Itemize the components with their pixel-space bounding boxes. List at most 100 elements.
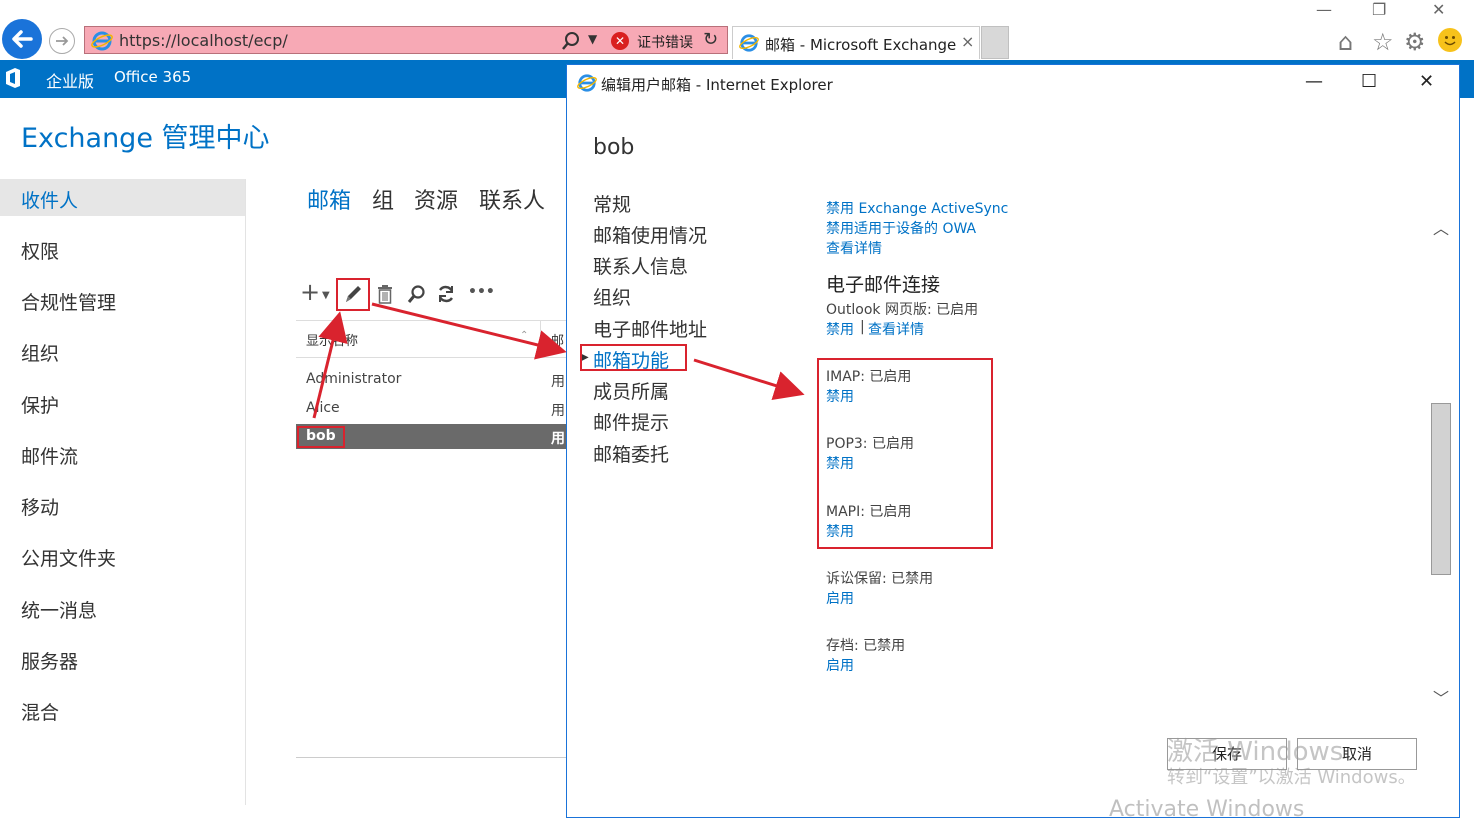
dialog-nav-general[interactable]: 常规	[593, 190, 631, 217]
mapi-status: MAPI: 已启用	[826, 504, 912, 520]
owa-disable-link[interactable]: 禁用	[826, 319, 854, 339]
ie-icon	[577, 74, 597, 92]
chevron-down-icon[interactable]: ▼	[588, 32, 597, 46]
search-icon[interactable]	[406, 284, 426, 304]
chevron-up-icon[interactable]: ︿	[1433, 215, 1449, 239]
imap-status: IMAP: 已启用	[826, 369, 912, 385]
edit-button[interactable]	[336, 278, 370, 311]
chevron-down-icon[interactable]: ﹀	[1433, 685, 1449, 709]
cert-error-icon[interactable]: ✕	[611, 32, 629, 50]
grid-header-display-name[interactable]: 显示名称	[306, 330, 358, 349]
tab-mailboxes[interactable]: 邮箱	[307, 183, 351, 215]
table-cell[interactable]: 用	[551, 400, 565, 420]
more-icon[interactable]: •••	[468, 284, 495, 300]
nav-item-servers[interactable]: 服务器	[21, 647, 78, 674]
page-title: Exchange 管理中心	[21, 123, 270, 154]
litigation-hold-enable-link[interactable]: 启用	[826, 588, 854, 608]
address-url: https://localhost/ecp/	[119, 31, 288, 50]
activation-watermark-subtitle: 转到“设置”以激活 Windows。	[1167, 767, 1416, 788]
browser-tab[interactable]: 邮箱 - Microsoft Exchange ×	[732, 26, 980, 59]
star-icon[interactable]: ☆	[1372, 28, 1394, 56]
search-icon[interactable]	[561, 31, 581, 51]
nav-item-organization[interactable]: 组织	[21, 339, 59, 366]
trash-icon[interactable]	[376, 284, 394, 304]
close-icon[interactable]: ×	[961, 32, 974, 51]
owa-status: Outlook 网页版: 已启用	[826, 302, 979, 318]
view-details-link[interactable]: 查看详情	[826, 238, 882, 258]
minimize-icon[interactable]: —	[1305, 71, 1323, 92]
nav-item-unified-messaging[interactable]: 统一消息	[21, 596, 97, 623]
address-bar[interactable]: https://localhost/ecp/ ▼ ✕ 证书错误 ↻	[84, 26, 728, 54]
nav-item-permissions[interactable]: 权限	[21, 237, 59, 264]
forward-button[interactable]	[49, 28, 75, 54]
table-row[interactable]: bob	[306, 428, 336, 444]
mapi-disable-link[interactable]: 禁用	[826, 521, 854, 541]
gear-icon[interactable]: ⚙	[1404, 28, 1426, 56]
edition-link[interactable]: 企业版	[46, 68, 94, 92]
dialog-nav-mail-tip[interactable]: 邮件提示	[593, 408, 669, 435]
restore-icon[interactable]: ❐	[1372, 0, 1386, 19]
grid-header-top-border	[296, 320, 568, 321]
arrow-to-features	[371, 302, 567, 360]
pop3-status: POP3: 已启用	[826, 436, 914, 452]
office-logo-icon	[6, 68, 20, 88]
arrow-right-icon	[56, 36, 69, 46]
add-icon[interactable]: +	[300, 278, 320, 306]
home-icon[interactable]: ⌂	[1338, 28, 1353, 56]
tab-resources[interactable]: 资源	[414, 183, 458, 215]
close-icon[interactable]: ✕	[1432, 0, 1445, 19]
smiley-icon[interactable]	[1438, 28, 1462, 52]
grid-column-separator[interactable]	[540, 320, 541, 358]
sort-chevron-icon[interactable]: ⌃	[520, 330, 528, 341]
table-cell[interactable]: 用	[551, 371, 565, 391]
dialog-nav-mailbox-usage[interactable]: 邮箱使用情况	[593, 221, 707, 248]
nav-item-hybrid[interactable]: 混合	[21, 698, 59, 725]
owa-details-link[interactable]: 查看详情	[868, 319, 924, 339]
table-row[interactable]: Administrator	[306, 371, 401, 387]
dialog-nav-delegation[interactable]: 邮箱委托	[593, 440, 669, 467]
grid-footer-border	[296, 757, 568, 758]
nav-divider	[245, 179, 246, 805]
dialog-nav-member-of[interactable]: 成员所属	[593, 377, 669, 404]
minimize-icon[interactable]: —	[1316, 0, 1332, 19]
table-cell[interactable]: 用	[551, 428, 565, 448]
dialog-nav-organization[interactable]: 组织	[593, 283, 631, 310]
maximize-icon[interactable]: ☐	[1361, 71, 1377, 92]
imap-disable-link[interactable]: 禁用	[826, 386, 854, 406]
nav-item-mailflow[interactable]: 邮件流	[21, 442, 78, 469]
nav-item-recipients[interactable]: 收件人	[21, 186, 78, 213]
pop3-disable-link[interactable]: 禁用	[826, 453, 854, 473]
email-connect-title: 电子邮件连接	[826, 274, 941, 296]
disable-eas-link[interactable]: 禁用 Exchange ActiveSync	[826, 198, 1008, 218]
close-icon[interactable]: ✕	[1419, 71, 1434, 92]
user-name: bob	[593, 135, 635, 160]
dialog-title: 编辑用户邮箱 - Internet Explorer	[601, 76, 833, 94]
disable-owa-devices-link[interactable]: 禁用适用于设备的 OWA	[826, 218, 976, 238]
tab-contacts[interactable]: 联系人	[479, 183, 545, 215]
nav-item-public-folders[interactable]: 公用文件夹	[21, 544, 116, 571]
smiley-face-icon	[1444, 36, 1456, 46]
nav-item-mobile[interactable]: 移动	[21, 493, 59, 520]
tab-title: 邮箱 - Microsoft Exchange	[765, 36, 957, 54]
dialog-nav-mailbox-features[interactable]: 邮箱功能	[593, 346, 669, 373]
archive-enable-link[interactable]: 启用	[826, 655, 854, 675]
edit-mailbox-dialog: 编辑用户邮箱 - Internet Explorer — ☐ ✕ bob 常规 …	[566, 64, 1460, 822]
grid-header-second[interactable]: 邮	[551, 330, 564, 349]
nav-item-compliance[interactable]: 合规性管理	[21, 288, 116, 315]
nav-item-protection[interactable]: 保护	[21, 391, 59, 418]
tab-groups[interactable]: 组	[372, 183, 394, 215]
activation-watermark-en: Activate Windows	[1109, 797, 1305, 822]
office365-link[interactable]: Office 365	[114, 68, 191, 86]
ie-icon	[739, 34, 759, 52]
dialog-nav-contact-info[interactable]: 联系人信息	[593, 252, 688, 279]
refresh-icon[interactable]: ↻	[703, 29, 718, 50]
new-tab-button[interactable]	[981, 26, 1009, 59]
dialog-nav-email-address[interactable]: 电子邮件地址	[593, 315, 707, 342]
cert-error-label[interactable]: 证书错误	[637, 32, 693, 52]
scrollbar-thumb[interactable]	[1431, 403, 1451, 575]
back-button[interactable]	[2, 19, 42, 59]
table-row[interactable]: Alice	[306, 400, 340, 416]
litigation-hold-status: 诉讼保留: 已禁用	[826, 571, 934, 587]
chevron-down-icon[interactable]: ▼	[322, 290, 330, 301]
refresh-icon[interactable]	[436, 284, 456, 304]
